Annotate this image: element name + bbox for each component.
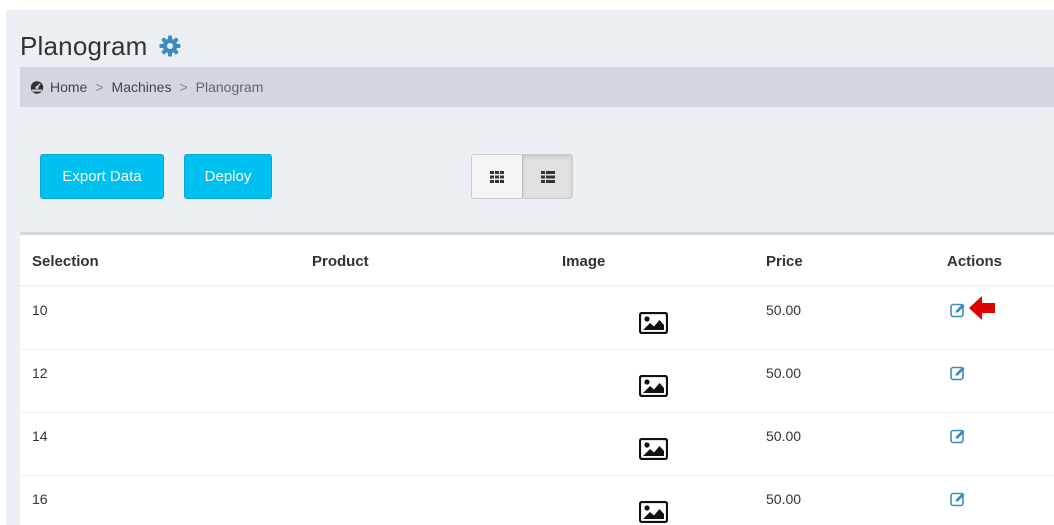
image-icon[interactable] [639,438,668,460]
price-cell: 50.00 [766,302,802,318]
grid-view-icon [490,170,504,183]
breadcrumb-machines[interactable]: Machines [112,79,172,95]
price-cell: 50.00 [766,365,802,381]
page-header: Planogram [20,26,182,66]
table-row: 10 50.00 [20,287,1054,350]
breadcrumb-separator: > [179,79,188,95]
selection-cell: 14 [32,428,48,444]
column-header-actions: Actions [947,253,1003,270]
edit-icon[interactable] [950,428,966,444]
breadcrumb-planogram: Planogram [195,79,264,95]
breadcrumb-separator: > [95,79,104,95]
edit-icon[interactable] [950,491,966,507]
edit-icon[interactable] [950,365,966,381]
breadcrumb-home[interactable]: Home [50,79,87,95]
grid-view-button[interactable] [472,155,522,198]
table-row: 16 50.00 [20,476,1054,525]
column-header-image: Image [562,253,606,270]
export-data-button[interactable]: Export Data [40,154,164,199]
view-toggle [471,154,573,199]
image-icon[interactable] [639,375,668,397]
price-cell: 50.00 [766,491,802,507]
gear-icon[interactable] [158,34,182,58]
column-header-product[interactable]: Product [312,253,369,270]
red-arrow-icon [969,296,995,320]
edit-icon[interactable] [950,302,966,318]
table-header: Selection Product Image Price Actions [20,235,1054,287]
selection-cell: 10 [32,302,48,318]
list-view-button[interactable] [522,155,572,198]
list-view-icon [540,170,555,183]
selection-cell: 12 [32,365,48,381]
column-header-selection[interactable]: Selection [32,253,99,270]
page-title: Planogram [20,30,148,61]
selection-cell: 16 [32,491,48,507]
breadcrumb: Home > Machines > Planogram [20,67,1054,107]
price-cell: 50.00 [766,428,802,444]
table-row: 14 50.00 [20,413,1054,476]
deploy-button[interactable]: Deploy [184,154,272,199]
dashboard-icon [30,80,44,94]
image-icon[interactable] [639,501,668,523]
planogram-table: Selection Product Image Price Actions 10… [20,232,1054,525]
table-row: 12 50.00 [20,350,1054,413]
image-icon[interactable] [639,312,668,334]
column-header-price[interactable]: Price [766,253,803,270]
